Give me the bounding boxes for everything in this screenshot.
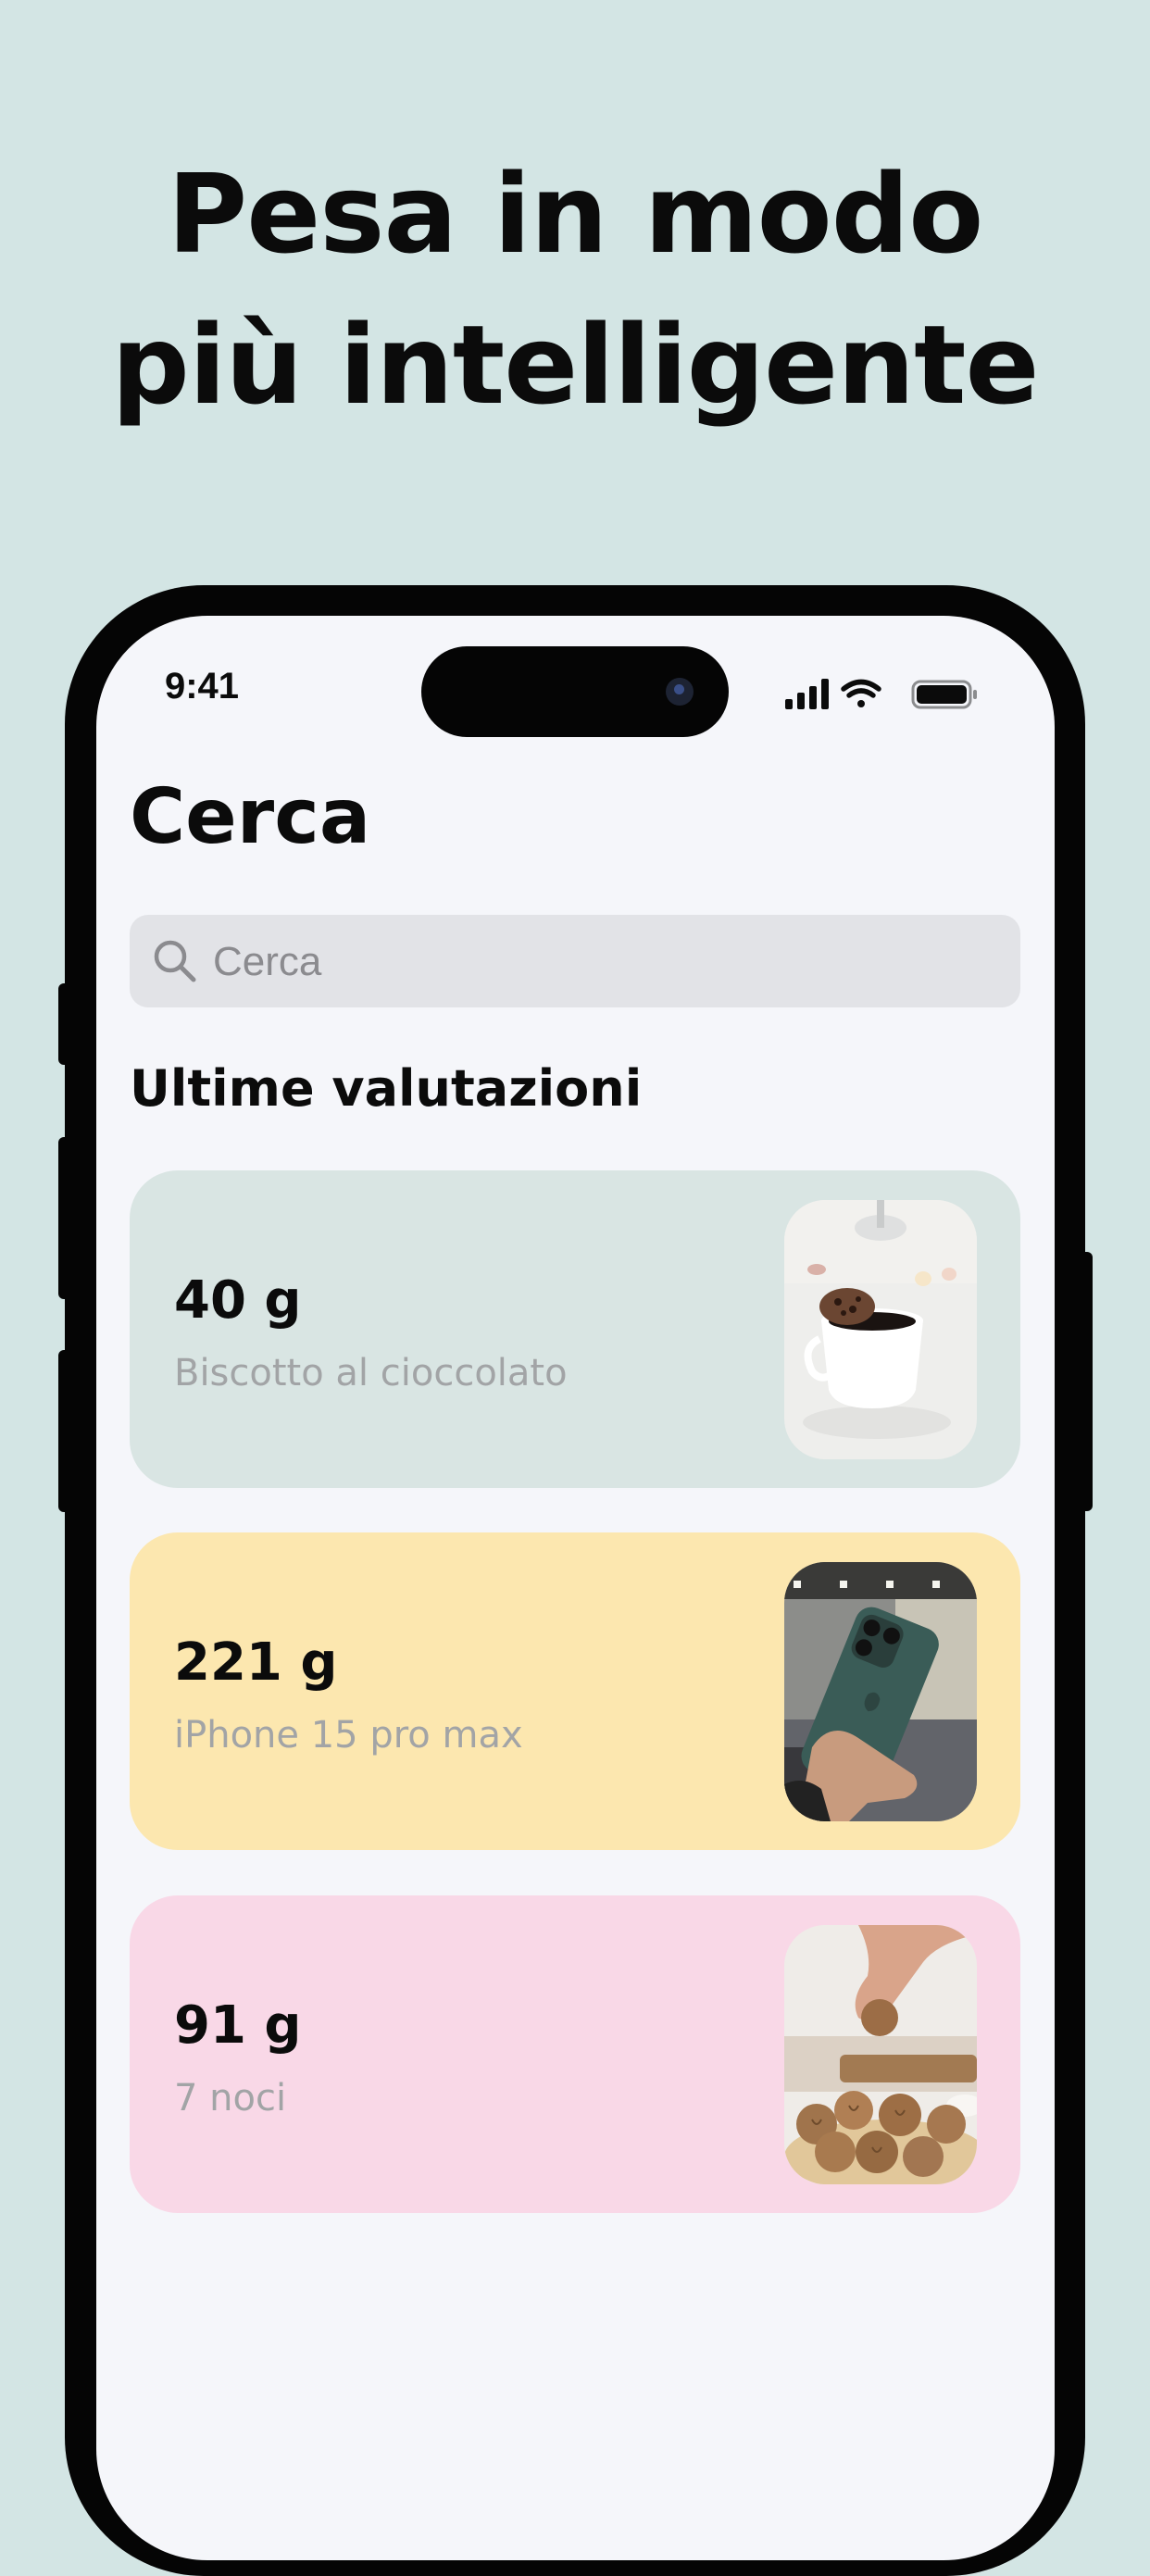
status-icons [785, 679, 977, 709]
headline-line-2: più intelligente [111, 301, 1039, 429]
battery-icon [911, 680, 977, 709]
card-weight: 221 g [174, 1632, 338, 1693]
headline: Pesa in modo più intelligente [0, 139, 1150, 441]
card-description: Biscotto al cioccolato [174, 1352, 568, 1394]
front-camera-icon [666, 678, 694, 706]
walnuts-photo [784, 1925, 977, 2184]
section-title: Ultime valutazioni [130, 1059, 643, 1118]
status-time: 9:41 [164, 666, 240, 707]
page-title: Cerca [130, 773, 371, 861]
card-description: iPhone 15 pro max [174, 1714, 523, 1757]
wifi-icon [841, 679, 881, 707]
evaluation-card-iphone[interactable]: 221 g iPhone 15 pro max [130, 1532, 1020, 1850]
evaluation-card-cookie[interactable]: 40 g Biscotto al cioccolato [130, 1170, 1020, 1488]
headline-line-1: Pesa in modo [167, 150, 984, 278]
card-weight: 40 g [174, 1270, 302, 1331]
evaluation-card-walnuts[interactable]: 91 g 7 noci [130, 1895, 1020, 2213]
cellular-signal-icon [785, 679, 829, 709]
card-weight: 91 g [174, 1995, 302, 2056]
search-input[interactable] [211, 915, 1002, 1009]
dynamic-island [421, 646, 729, 737]
search-icon [154, 940, 196, 982]
search-bar[interactable] [130, 915, 1020, 1009]
card-description: 7 noci [174, 2077, 287, 2120]
coffee-cookie-photo [784, 1200, 977, 1459]
iphone-photo [784, 1562, 977, 1821]
